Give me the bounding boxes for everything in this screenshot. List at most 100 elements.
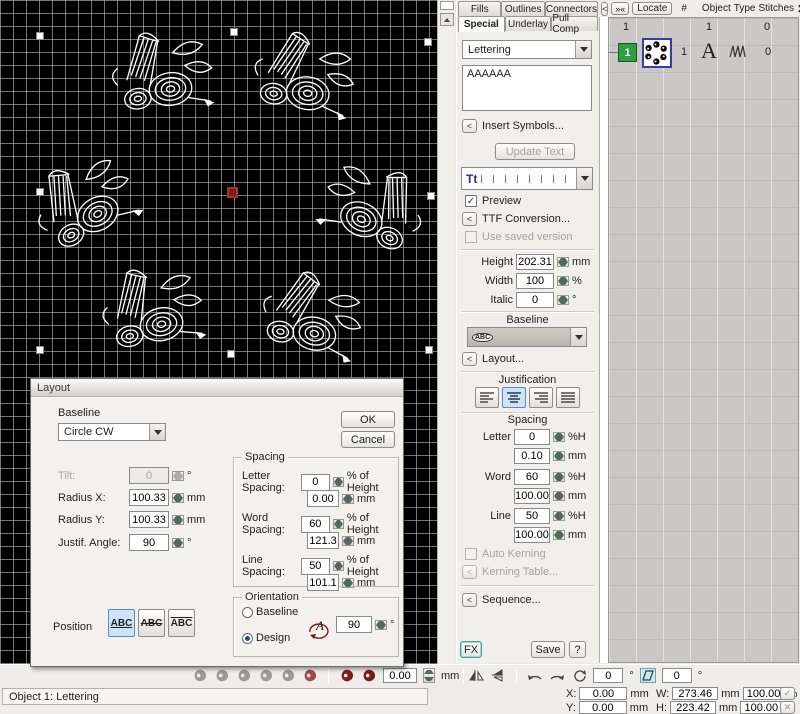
design-tool-icon-5[interactable]: [280, 668, 296, 683]
rotate-angle-field[interactable]: [593, 668, 623, 683]
rotate-left-icon[interactable]: [527, 668, 543, 683]
dlg-word-mm-field[interactable]: [307, 532, 339, 549]
word-pct-spinner[interactable]: [553, 472, 565, 482]
tab-fills[interactable]: Fills: [458, 1, 501, 16]
mode-dropdown[interactable]: Lettering: [462, 40, 592, 59]
slant-icon[interactable]: [640, 668, 656, 683]
tab-outlines[interactable]: Outlines: [501, 1, 544, 16]
color-badge[interactable]: 1: [618, 43, 637, 62]
justif-angle-field[interactable]: [129, 534, 169, 551]
line-mm-field[interactable]: [514, 527, 550, 543]
ok-button[interactable]: OK: [341, 411, 395, 428]
save-button[interactable]: Save: [531, 641, 565, 658]
width-field[interactable]: [516, 273, 554, 289]
justif-angle-spinner[interactable]: [172, 538, 184, 548]
line-mm-spinner[interactable]: [553, 530, 565, 540]
embroidery-design-5[interactable]: [85, 251, 214, 366]
kerning-table-button[interactable]: <: [462, 565, 477, 579]
justify-left-button[interactable]: [475, 387, 499, 408]
dropdown-arrow-icon[interactable]: [570, 328, 586, 346]
rotation-center-marker[interactable]: [227, 187, 238, 198]
lettering-object-icon[interactable]: A: [701, 38, 717, 64]
dialog-titlebar[interactable]: Layout: [31, 379, 403, 397]
position-baseline-below-button[interactable]: ABC: [108, 609, 135, 637]
radius-y-field[interactable]: [129, 511, 169, 528]
selection-handle-e[interactable]: [427, 192, 435, 200]
font-dropdown[interactable]: Tt: [461, 167, 593, 190]
sequence-button[interactable]: <: [462, 593, 477, 607]
letter-pct-spinner[interactable]: [553, 432, 565, 442]
orientation-angle-field[interactable]: [336, 616, 372, 633]
dlg-word-mm-spinner[interactable]: [342, 536, 354, 546]
ttf-conversion-button[interactable]: <: [462, 212, 477, 226]
cancel-transform-button[interactable]: ✕: [780, 701, 795, 714]
selection-handle-w[interactable]: [36, 188, 44, 196]
sequence-label[interactable]: Sequence...: [482, 594, 541, 606]
position-baseline-middle-button[interactable]: ABC: [138, 609, 165, 637]
panel-collapse-button[interactable]: <: [601, 2, 608, 16]
selection-handle-nw[interactable]: [36, 32, 44, 40]
w-field[interactable]: [672, 687, 718, 700]
selection-handle-ne[interactable]: [424, 38, 432, 46]
slant-angle-field[interactable]: [662, 668, 692, 683]
canvas-vertical-scrollbar[interactable]: [437, 0, 455, 664]
layout-label[interactable]: Layout...: [482, 353, 524, 365]
insert-symbols-label[interactable]: Insert Symbols...: [482, 120, 564, 132]
design-tool-icon-6[interactable]: [302, 668, 318, 683]
use-saved-checkbox[interactable]: [465, 231, 477, 243]
dlg-line-mm-field[interactable]: [307, 574, 339, 591]
toolbar-value-spinner[interactable]: [423, 668, 435, 683]
selection-handle-n[interactable]: [230, 28, 238, 36]
preview-label[interactable]: Preview: [482, 195, 521, 207]
selection-handle-s[interactable]: [227, 350, 235, 358]
letter-mm-field[interactable]: [514, 448, 550, 464]
ttf-conversion-label[interactable]: TTF Conversion...: [482, 213, 570, 225]
embroidery-design-1[interactable]: [98, 19, 222, 128]
h-pct-field[interactable]: [740, 701, 782, 714]
embroidery-design-3[interactable]: [10, 134, 154, 271]
y-field[interactable]: [579, 701, 627, 714]
design-tool-icon-8[interactable]: [361, 668, 377, 683]
dropdown-arrow-icon[interactable]: [149, 424, 165, 440]
flip-vertical-icon[interactable]: [490, 668, 506, 683]
embroidery-design-4[interactable]: [305, 141, 446, 274]
dropdown-arrow-icon[interactable]: [576, 168, 592, 189]
line-pct-spinner[interactable]: [553, 511, 565, 521]
orientation-angle-spinner[interactable]: [375, 620, 387, 630]
width-spinner[interactable]: [557, 276, 569, 286]
dlg-line-pct-spinner[interactable]: [333, 561, 344, 571]
update-text-button[interactable]: Update Text: [495, 143, 575, 160]
design-tool-icon-1[interactable]: [192, 668, 208, 683]
word-mm-field[interactable]: [514, 488, 550, 504]
toolbar-value-field[interactable]: [383, 668, 417, 683]
radius-x-spinner[interactable]: [172, 493, 184, 503]
orientation-baseline-radio[interactable]: [242, 607, 253, 618]
embroidery-design-6[interactable]: [245, 257, 374, 372]
dlg-letter-pct-field[interactable]: [301, 474, 330, 491]
scrollbar-top-box[interactable]: [440, 1, 454, 10]
dlg-letter-pct-spinner[interactable]: [333, 477, 344, 487]
rotate-right-icon[interactable]: [549, 668, 565, 683]
dlg-line-pct-field[interactable]: [301, 558, 330, 575]
tab-pull-comp[interactable]: Pull Comp: [551, 16, 598, 31]
selection-handle-sw[interactable]: [36, 346, 44, 354]
auto-kerning-checkbox[interactable]: [465, 548, 477, 560]
line-pct-field[interactable]: [514, 508, 550, 524]
height-spinner[interactable]: [557, 257, 569, 267]
letter-pct-field[interactable]: [514, 429, 550, 445]
dlg-word-pct-spinner[interactable]: [333, 519, 344, 529]
justify-center-button[interactable]: [502, 387, 526, 408]
dlg-letter-mm-field[interactable]: [307, 490, 339, 507]
word-mm-spinner[interactable]: [553, 491, 565, 501]
lettering-text-input[interactable]: AAAAAA: [462, 65, 592, 111]
orientation-baseline-label[interactable]: Baseline: [256, 606, 298, 618]
letter-mm-spinner[interactable]: [553, 451, 565, 461]
w-pct-field[interactable]: [743, 687, 785, 700]
help-button[interactable]: ?: [569, 641, 586, 658]
fx-button[interactable]: FX: [460, 641, 482, 658]
dlg-word-pct-field[interactable]: [301, 516, 330, 533]
x-field[interactable]: [579, 687, 627, 700]
orientation-design-label[interactable]: Design: [256, 632, 290, 644]
radius-y-spinner[interactable]: [172, 515, 184, 525]
flip-horizontal-icon[interactable]: [468, 668, 484, 683]
